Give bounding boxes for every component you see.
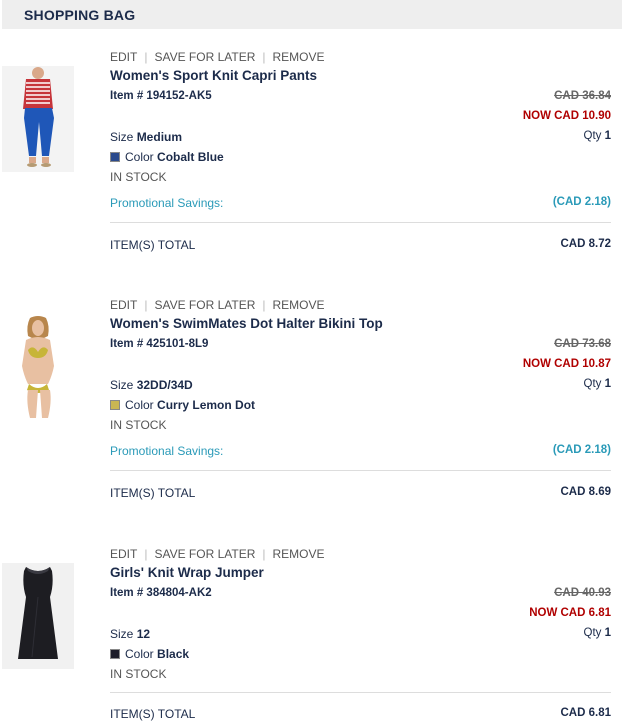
color-label: Color: [125, 398, 154, 412]
sale-price: NOW CAD 10.90: [522, 110, 611, 122]
remove-link[interactable]: REMOVE: [273, 547, 325, 561]
size-info: Size 32DD/34D: [110, 378, 193, 392]
stock-status: IN STOCK: [110, 667, 167, 681]
item-number: Item # 425101-8L9: [110, 338, 209, 350]
item-total-label: ITEM(S) TOTAL: [110, 486, 196, 500]
size-label: Size: [110, 378, 134, 392]
color-swatch: [110, 649, 120, 659]
separator: |: [144, 50, 148, 64]
product-name[interactable]: Women's Sport Knit Capri Pants: [110, 68, 317, 83]
stock-status: IN STOCK: [110, 418, 167, 432]
save-for-later-link[interactable]: SAVE FOR LATER: [154, 547, 255, 561]
size-label: Size: [110, 627, 134, 641]
shopping-bag-header: SHOPPING BAG: [2, 0, 622, 29]
color-value: Cobalt Blue: [157, 150, 224, 164]
promo-savings-value: (CAD 2.18): [552, 444, 611, 456]
page-title: SHOPPING BAG: [24, 7, 136, 23]
divider: [110, 470, 611, 471]
item-total-value: CAD 8.69: [560, 486, 612, 498]
promo-savings-label: Promotional Savings:: [110, 444, 224, 458]
size-label: Size: [110, 130, 134, 144]
item-actions: EDIT | SAVE FOR LATER | REMOVE: [110, 298, 325, 312]
separator: |: [262, 547, 266, 561]
qty-value: 1: [604, 627, 611, 639]
original-price: CAD 36.84: [554, 90, 611, 102]
item-total-label: ITEM(S) TOTAL: [110, 238, 196, 252]
size-value: 12: [136, 627, 151, 641]
color-swatch: [110, 400, 120, 410]
edit-link[interactable]: EDIT: [110, 50, 137, 64]
color-label: Color: [125, 647, 154, 661]
size-info: Size 12: [110, 627, 150, 641]
divider: [110, 692, 611, 693]
save-for-later-link[interactable]: SAVE FOR LATER: [154, 50, 255, 64]
product-image-capri-pants[interactable]: [2, 66, 74, 172]
quantity-info: Qty 1: [584, 130, 612, 142]
color-value: Curry Lemon Dot: [157, 398, 256, 412]
item-actions: EDIT | SAVE FOR LATER | REMOVE: [110, 547, 325, 561]
item-total-value: CAD 6.81: [560, 707, 612, 719]
edit-link[interactable]: EDIT: [110, 547, 137, 561]
item-actions: EDIT | SAVE FOR LATER | REMOVE: [110, 50, 325, 64]
separator: |: [144, 547, 148, 561]
color-info: Color Cobalt Blue: [110, 150, 224, 164]
size-info: Size Medium: [110, 130, 182, 144]
promo-savings-label: Promotional Savings:: [110, 196, 224, 210]
stock-status: IN STOCK: [110, 170, 167, 184]
size-value: 32DD/34D: [136, 378, 193, 392]
color-label: Color: [125, 150, 154, 164]
save-for-later-link[interactable]: SAVE FOR LATER: [154, 298, 255, 312]
color-info: Color Curry Lemon Dot: [110, 398, 255, 412]
color-info: Color Black: [110, 647, 189, 661]
color-value: Black: [157, 647, 190, 661]
separator: |: [262, 50, 266, 64]
qty-label: Qty: [583, 130, 602, 142]
product-image-bikini-top[interactable]: [2, 314, 74, 420]
original-price: CAD 40.93: [554, 587, 611, 599]
product-image-knit-jumper[interactable]: [2, 563, 74, 669]
separator: |: [262, 298, 266, 312]
original-price: CAD 73.68: [554, 338, 611, 350]
quantity-info: Qty 1: [584, 627, 612, 639]
remove-link[interactable]: REMOVE: [273, 298, 325, 312]
sale-price: NOW CAD 10.87: [522, 358, 611, 370]
quantity-info: Qty 1: [584, 378, 612, 390]
size-value: Medium: [136, 130, 183, 144]
qty-label: Qty: [583, 378, 602, 390]
remove-link[interactable]: REMOVE: [273, 50, 325, 64]
item-number: Item # 194152-AK5: [110, 90, 212, 102]
promo-savings-value: (CAD 2.18): [552, 196, 611, 208]
item-total-label: ITEM(S) TOTAL: [110, 707, 196, 721]
qty-value: 1: [604, 378, 611, 390]
product-name[interactable]: Girls' Knit Wrap Jumper: [110, 565, 264, 580]
separator: |: [144, 298, 148, 312]
sale-price: NOW CAD 6.81: [529, 607, 611, 619]
item-number: Item # 384804-AK2: [110, 587, 212, 599]
divider: [110, 222, 611, 223]
qty-label: Qty: [583, 627, 602, 639]
item-total-value: CAD 8.72: [560, 238, 612, 250]
qty-value: 1: [604, 130, 611, 142]
edit-link[interactable]: EDIT: [110, 298, 137, 312]
product-name[interactable]: Women's SwimMates Dot Halter Bikini Top: [110, 316, 383, 331]
color-swatch: [110, 152, 120, 162]
